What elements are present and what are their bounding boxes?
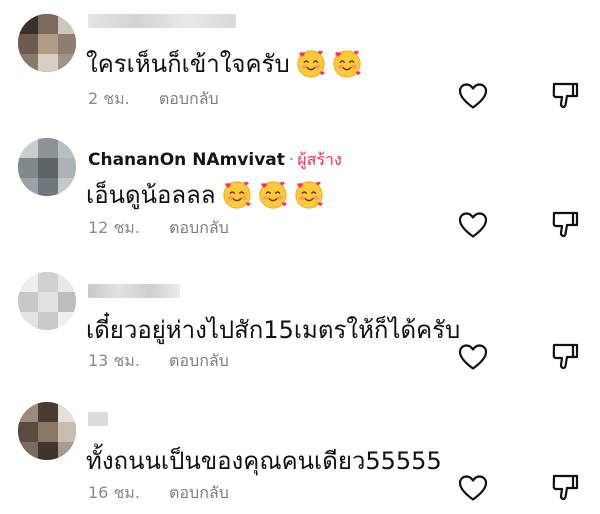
comment-time: 2 ชม.	[88, 89, 130, 108]
reply-button[interactable]: ตอบกลับ	[159, 89, 219, 108]
heart-icon[interactable]	[458, 474, 488, 502]
thumbs-down-icon[interactable]	[550, 80, 580, 110]
reply-button[interactable]: ตอบกลับ	[169, 351, 229, 370]
smiling-face-with-hearts-icon	[258, 180, 288, 210]
reply-button[interactable]: ตอบกลับ	[169, 483, 229, 502]
separator-dot: ·	[288, 150, 295, 170]
avatar[interactable]	[18, 402, 76, 460]
comment-meta: 16 ชม. ตอบกลับ	[88, 481, 229, 506]
author-name[interactable]: ChananOn NAmvivat	[88, 150, 285, 170]
author-name-blurred[interactable]	[88, 284, 180, 298]
author-name-blurred[interactable]	[88, 14, 236, 28]
author-name-blurred[interactable]	[88, 412, 108, 426]
avatar[interactable]	[18, 138, 76, 196]
comment-text-body: ใครเห็นก็เข้าใจครับ	[86, 50, 290, 78]
comment-time: 13 ชม.	[88, 351, 140, 370]
comment-text-body: เดี๋ยวอยู่ห่างไปสัก15เมตรให้ก็ได้ครับ	[86, 316, 461, 344]
avatar[interactable]	[18, 272, 76, 330]
comment-text-body: เอ็นดูน้อลลล	[86, 181, 216, 209]
comment-text: ใครเห็นก็เข้าใจครับ	[86, 44, 362, 83]
smiling-face-with-hearts-icon	[332, 49, 362, 79]
smiling-face-with-hearts-icon	[296, 49, 326, 79]
comment-text: เดี๋ยวอยู่ห่างไปสัก15เมตรให้ก็ได้ครับ	[86, 310, 460, 349]
smiling-face-with-hearts-icon	[294, 180, 324, 210]
smiling-face-with-hearts-icon	[222, 180, 252, 210]
comment-text: ทั้งถนนเป็นของคุณคนเดียว55555	[86, 441, 442, 480]
comment-text-body: ทั้งถนนเป็นของคุณคนเดียว55555	[86, 447, 442, 475]
author-line: ChananOn NAmvivat · ผู้สร้าง	[88, 148, 342, 173]
thumbs-down-icon[interactable]	[550, 209, 580, 239]
heart-icon[interactable]	[458, 82, 488, 110]
comment-text: เอ็นดูน้อลลล	[86, 175, 324, 214]
comment-meta: 12 ชม. ตอบกลับ	[88, 216, 229, 241]
heart-icon[interactable]	[458, 343, 488, 371]
reply-button[interactable]: ตอบกลับ	[169, 218, 229, 237]
creator-badge: ผู้สร้าง	[297, 150, 342, 169]
comment-meta: 13 ชม. ตอบกลับ	[88, 349, 229, 374]
heart-icon[interactable]	[458, 211, 488, 239]
comment-meta: 2 ชม. ตอบกลับ	[88, 87, 219, 112]
comment-time: 16 ชม.	[88, 483, 140, 502]
avatar[interactable]	[18, 14, 76, 72]
comment-time: 12 ชม.	[88, 218, 140, 237]
thumbs-down-icon[interactable]	[550, 472, 580, 502]
thumbs-down-icon[interactable]	[550, 341, 580, 371]
